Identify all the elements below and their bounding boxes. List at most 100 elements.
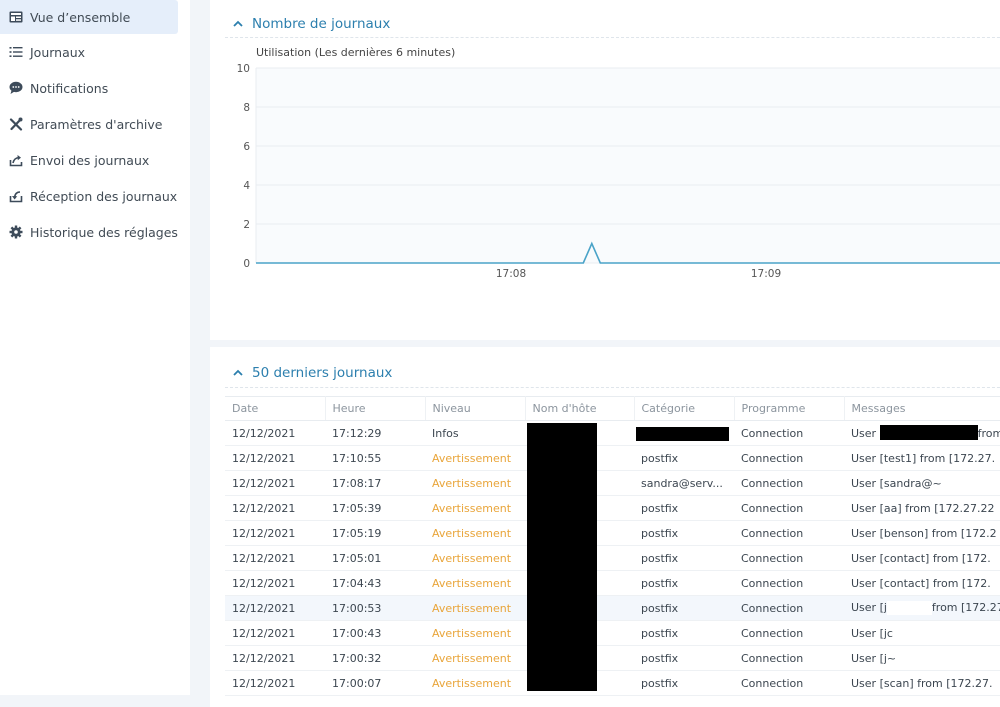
gear-icon: [8, 224, 24, 240]
cell-program: Connection: [734, 420, 844, 446]
y-tick-label: 8: [243, 102, 250, 114]
sidebar-item-log-reception[interactable]: Réception des journaux: [0, 179, 178, 213]
cell-category: postfix: [634, 670, 734, 696]
column-header-category[interactable]: Catégorie: [634, 396, 735, 421]
cell-level: Avertissement: [425, 470, 525, 496]
cell-message: User [aa] from [172.27.22: [844, 495, 1000, 521]
cell-category: postfix: [634, 545, 734, 571]
sidebar-item-label: Réception des journaux: [30, 188, 178, 204]
sidebar-item-settings-history[interactable]: Historique des réglages: [0, 215, 178, 249]
message-text: User [jc: [851, 626, 893, 640]
cell-date: 12/12/2021: [225, 545, 325, 571]
logs-table: Date Heure Niveau Nom d'hôte Catégorie P…: [225, 396, 1000, 696]
redacted-message: [880, 425, 978, 440]
y-tick-label: 0: [243, 258, 250, 270]
plot-area: [256, 68, 1000, 263]
column-header-date[interactable]: Date: [225, 396, 326, 421]
sidebar-item-label: Journaux: [30, 44, 86, 60]
message-text: User [scan] from [172.27.: [851, 676, 993, 690]
table-row[interactable]: 12/12/2021 17:05:19 Avertissement postfix Co…: [225, 520, 1000, 546]
cell-level: Avertissement: [425, 445, 525, 471]
recent-logs-panel: 50 derniers journaux Date Heure Niveau N…: [210, 347, 1000, 707]
message-text: User [benson] from [172.2: [851, 526, 997, 540]
cell-level: Avertissement: [425, 670, 525, 696]
cell-category: postfix: [634, 570, 734, 596]
panel-title: 50 derniers journaux: [252, 365, 393, 381]
table-row[interactable]: 12/12/2021 17:00:07 Avertissement postfix Co…: [225, 670, 1000, 696]
message-text: User [contact] from [172.: [851, 576, 991, 590]
table-header-row: Date Heure Niveau Nom d'hôte Catégorie P…: [225, 396, 1000, 421]
cell-level: Avertissement: [425, 545, 525, 571]
cell-category: postfix: [634, 520, 734, 546]
cell-level: Avertissement: [425, 620, 525, 646]
column-header-hostname[interactable]: Nom d'hôte: [525, 396, 635, 421]
message-text: User [j: [851, 601, 887, 614]
sidebar-item-label: Notifications: [30, 80, 109, 96]
cell-category: postfix: [634, 495, 734, 521]
message-text: User [j~: [851, 651, 897, 665]
table-row[interactable]: 12/12/2021 17:04:43 Avertissement postfix Co…: [225, 570, 1000, 596]
sidebar-item-label: Paramètres d'archive: [30, 116, 163, 132]
cell-program: Connection: [734, 495, 844, 521]
message-text: User [contact] from [172.: [851, 551, 991, 565]
cell-level: Avertissement: [425, 495, 525, 521]
column-header-program[interactable]: Programme: [734, 396, 845, 421]
y-tick-label: 2: [243, 219, 250, 231]
message-text: User [sandra@~: [851, 476, 942, 490]
log-count-chart: 0 2 4 6 8 10 17:08 17:09: [237, 63, 1000, 280]
cell-time: 17:05:19: [325, 520, 425, 546]
cell-time: 17:04:43: [325, 570, 425, 596]
cell-date: 12/12/2021: [225, 520, 325, 546]
cell-time: 17:00:43: [325, 620, 425, 646]
sidebar-item-label: Vue d’ensemble: [30, 9, 131, 25]
cell-program: Connection: [734, 470, 844, 496]
y-tick-label: 10: [237, 63, 250, 75]
cell-program: Connection: [734, 545, 844, 571]
cell-message: User [j~: [844, 645, 1000, 671]
redacted-hostnames: [527, 423, 597, 691]
cell-time: 17:05:01: [325, 545, 425, 571]
sidebar-item-logs[interactable]: Journaux: [0, 35, 178, 69]
sidebar-item-notifications[interactable]: Notifications: [0, 71, 178, 105]
table-row[interactable]: 12/12/2021 17:08:17 Avertissement sandra@se…: [225, 470, 1000, 496]
cell-date: 12/12/2021: [225, 645, 325, 671]
cell-date: 12/12/2021: [225, 495, 325, 521]
table-row[interactable]: 12/12/2021 17:00:53 Avertissement postfix Co…: [225, 595, 1000, 621]
table-row[interactable]: 12/12/2021 17:05:39 Avertissement postfix Co…: [225, 495, 1000, 521]
cell-category: postfix: [634, 620, 734, 646]
cell-level: Avertissement: [425, 645, 525, 671]
cell-date: 12/12/2021: [225, 445, 325, 471]
sidebar-item-overview[interactable]: Vue d’ensemble: [0, 0, 178, 34]
message-text: User [aa] from [172.27.22: [851, 501, 995, 515]
table-row[interactable]: 12/12/2021 17:05:01 Avertissement postfix Co…: [225, 545, 1000, 571]
cell-time: 17:12:29: [325, 420, 425, 446]
cell-time: 17:00:53: [325, 595, 425, 621]
cell-program: Connection: [734, 445, 844, 471]
recent-logs-panel-header[interactable]: 50 derniers journaux: [232, 365, 392, 381]
sidebar-item-log-sending[interactable]: Envoi des journaux: [0, 143, 178, 177]
cell-time: 17:05:39: [325, 495, 425, 521]
cell-time: 17:00:32: [325, 645, 425, 671]
cell-level: Avertissement: [425, 520, 525, 546]
column-header-messages[interactable]: Messages: [844, 396, 1000, 421]
sidebar-item-archive-settings[interactable]: Paramètres d'archive: [0, 107, 178, 141]
cell-message: User [scan] from [172.27.: [844, 670, 1000, 696]
tools-icon: [8, 116, 24, 132]
cell-program: Connection: [734, 670, 844, 696]
column-header-time[interactable]: Heure: [325, 396, 426, 421]
cell-date: 12/12/2021: [225, 420, 325, 446]
chat-bubble-icon: [8, 80, 24, 96]
blanked-text: [886, 601, 932, 615]
column-header-level[interactable]: Niveau: [425, 396, 526, 421]
cell-level: Avertissement: [425, 570, 525, 596]
table-row[interactable]: 12/12/2021 17:10:55 Avertissement postfix Co…: [225, 445, 1000, 471]
table-row[interactable]: 12/12/2021 17:00:32 Avertissement postfix Co…: [225, 645, 1000, 671]
cell-date: 12/12/2021: [225, 670, 325, 696]
sidebar: Vue d’ensemble Journaux Notifications Pa…: [0, 0, 190, 695]
cell-date: 12/12/2021: [225, 570, 325, 596]
cell-program: Connection: [734, 595, 844, 621]
y-tick-label: 6: [243, 141, 250, 153]
table-row[interactable]: 12/12/2021 17:00:43 Avertissement postfix Co…: [225, 620, 1000, 646]
chevron-up-icon: [233, 369, 243, 376]
download-icon: [8, 188, 24, 204]
